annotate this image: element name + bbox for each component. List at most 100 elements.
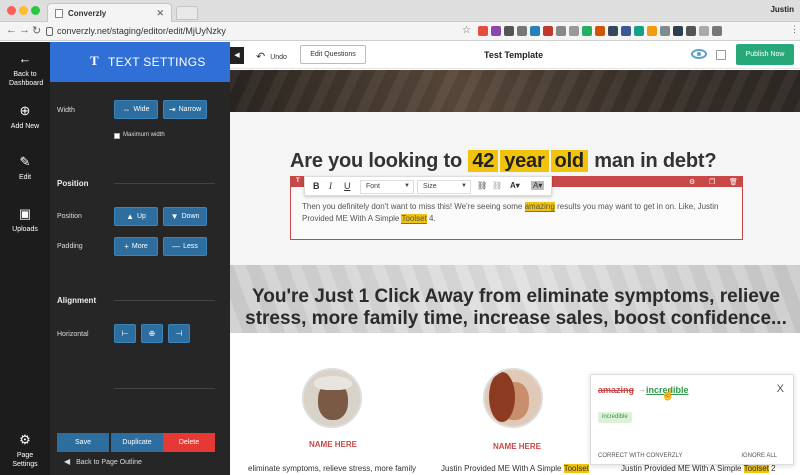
- up-button[interactable]: ▲ Up: [114, 207, 158, 226]
- down-button[interactable]: ▼ Down: [163, 207, 207, 226]
- hero-image-strip: [230, 70, 800, 112]
- text-color-icon[interactable]: A▾: [510, 181, 520, 190]
- extension-icon[interactable]: [712, 26, 722, 36]
- testimonial-name: NAME HERE: [309, 440, 358, 449]
- publish-now-button[interactable]: Publish Now: [736, 44, 794, 65]
- arrow-down-icon: ▼: [170, 212, 179, 221]
- misspelled-word[interactable]: amazing: [524, 202, 555, 212]
- collapse-panel-button[interactable]: ◀: [230, 47, 244, 64]
- position-label: Position: [57, 213, 82, 220]
- align-right-icon: ⊣: [175, 329, 183, 338]
- back-arrow-icon[interactable]: ←: [6, 24, 17, 36]
- tab-title: Converzly: [68, 9, 107, 18]
- align-left-button[interactable]: ⊢: [114, 324, 136, 343]
- page-settings-button[interactable]: ⚙ Page Settings: [0, 433, 50, 469]
- page-icon: [55, 9, 63, 18]
- duplicate-button[interactable]: Duplicate: [111, 433, 163, 452]
- extension-icon[interactable]: [634, 26, 644, 36]
- unlink-icon[interactable]: ⛓: [492, 181, 502, 190]
- arrow-up-icon: ▲: [126, 212, 134, 221]
- suggestion-chip[interactable]: incredible: [598, 412, 632, 423]
- edit-questions-button[interactable]: Edit Questions: [300, 45, 366, 64]
- ignore-all-link[interactable]: IGNORE ALL: [741, 453, 777, 459]
- preview-eye-icon[interactable]: [691, 49, 707, 59]
- save-button[interactable]: Save: [57, 433, 109, 452]
- delete-button[interactable]: Delete: [163, 433, 215, 452]
- undo-button[interactable]: ↶ Undo: [256, 50, 287, 63]
- extension-icon[interactable]: [686, 26, 696, 36]
- pencil-icon: ✎: [19, 154, 31, 169]
- background-color-icon[interactable]: A▾: [531, 181, 545, 190]
- body-paragraph[interactable]: Then you definitely don't want to miss t…: [302, 201, 732, 225]
- secondary-headline[interactable]: You're Just 1 Click Away from eliminate …: [236, 286, 796, 330]
- extension-icon[interactable]: [673, 26, 683, 36]
- browser-user[interactable]: Justin: [770, 5, 794, 14]
- extension-icon[interactable]: [699, 26, 709, 36]
- font-dropdown[interactable]: Font ▼: [360, 180, 414, 194]
- trash-icon[interactable]: 🗑: [729, 178, 738, 186]
- underline-button[interactable]: U: [344, 181, 351, 191]
- uploads-button[interactable]: ▣ Uploads: [0, 207, 50, 234]
- back-to-page-outline-link[interactable]: ◀ Back to Page Outline: [64, 457, 142, 466]
- less-padding-button[interactable]: — Less: [163, 237, 207, 256]
- align-center-button[interactable]: ⊕: [141, 324, 163, 343]
- extension-icon[interactable]: [543, 26, 553, 36]
- down-label: Down: [181, 213, 200, 220]
- extension-icon[interactable]: [608, 26, 618, 36]
- extension-icon[interactable]: [517, 26, 527, 36]
- lock-icon: [46, 27, 53, 36]
- padding-label: Padding: [57, 243, 83, 250]
- wide-button[interactable]: ⇔ Wide: [114, 100, 158, 119]
- extension-icon[interactable]: [582, 26, 592, 36]
- maximize-window-icon[interactable]: [31, 6, 40, 15]
- copy-icon[interactable]: ❐: [709, 178, 715, 186]
- panel-header: T TEXT SETTINGS: [50, 42, 230, 82]
- narrow-button[interactable]: ⇥ Narrow: [163, 100, 207, 119]
- extension-icon[interactable]: [530, 26, 540, 36]
- uploads-label: Uploads: [12, 226, 38, 233]
- maximum-width-checkbox[interactable]: [114, 133, 120, 139]
- testimonial-text-part: Justin Provided ME With A Simple: [441, 464, 562, 473]
- link-icon[interactable]: ⛓: [477, 181, 487, 190]
- minimize-window-icon[interactable]: [19, 6, 28, 15]
- close-window-icon[interactable]: [7, 6, 16, 15]
- extension-icon[interactable]: [478, 26, 488, 36]
- add-new-button[interactable]: ⊕ Add New: [0, 104, 50, 131]
- size-dropdown[interactable]: Size ▼: [417, 180, 471, 194]
- app-root: Converzly ✕ Justin ← → ↻ converzly.net/s…: [0, 0, 800, 475]
- extension-icon[interactable]: [621, 26, 631, 36]
- italic-button[interactable]: I: [329, 181, 332, 191]
- text-icon: T: [90, 53, 99, 68]
- address-bar[interactable]: converzly.net/staging/editor/edit/MjUyNz…: [57, 26, 226, 36]
- extension-icon[interactable]: [660, 26, 670, 36]
- reload-icon[interactable]: ↻: [32, 24, 41, 37]
- turban-shape: [314, 376, 352, 390]
- extension-icon[interactable]: [491, 26, 501, 36]
- browser-tab[interactable]: Converzly ✕: [47, 3, 172, 22]
- bold-button[interactable]: B: [313, 181, 320, 191]
- edit-button[interactable]: ✎ Edit: [0, 155, 50, 182]
- extension-icon[interactable]: [504, 26, 514, 36]
- testimonial-text: Justin Provided ME With A Simple Toolset…: [621, 464, 776, 473]
- extension-icon[interactable]: [556, 26, 566, 36]
- close-tab-icon[interactable]: ✕: [156, 8, 164, 19]
- extension-icon[interactable]: [569, 26, 579, 36]
- gear-icon: ⚙: [19, 432, 31, 447]
- new-tab-button[interactable]: [176, 6, 198, 20]
- save-disk-icon[interactable]: [716, 50, 726, 60]
- menu-icon[interactable]: ⋮: [790, 24, 799, 35]
- close-icon[interactable]: X: [777, 383, 784, 395]
- plus-icon: +: [124, 242, 129, 251]
- extension-icon[interactable]: [595, 26, 605, 36]
- align-right-button[interactable]: ⊣: [168, 324, 190, 343]
- bookmark-star-icon[interactable]: ☆: [462, 25, 471, 36]
- correct-with-converzly-link[interactable]: CORRECT WITH CONVERZLY: [598, 453, 682, 459]
- forward-arrow-icon[interactable]: →: [19, 24, 30, 36]
- panel-title: TEXT SETTINGS: [108, 55, 206, 69]
- gear-icon[interactable]: ⚙: [689, 178, 695, 186]
- more-padding-button[interactable]: + More: [114, 237, 158, 256]
- main-headline[interactable]: Are you looking to 42 year old man in debt…: [290, 150, 717, 173]
- back-to-dashboard-button[interactable]: ← Back to Dashboard: [0, 52, 50, 88]
- template-title: Test Template: [484, 50, 544, 60]
- extension-icon[interactable]: [647, 26, 657, 36]
